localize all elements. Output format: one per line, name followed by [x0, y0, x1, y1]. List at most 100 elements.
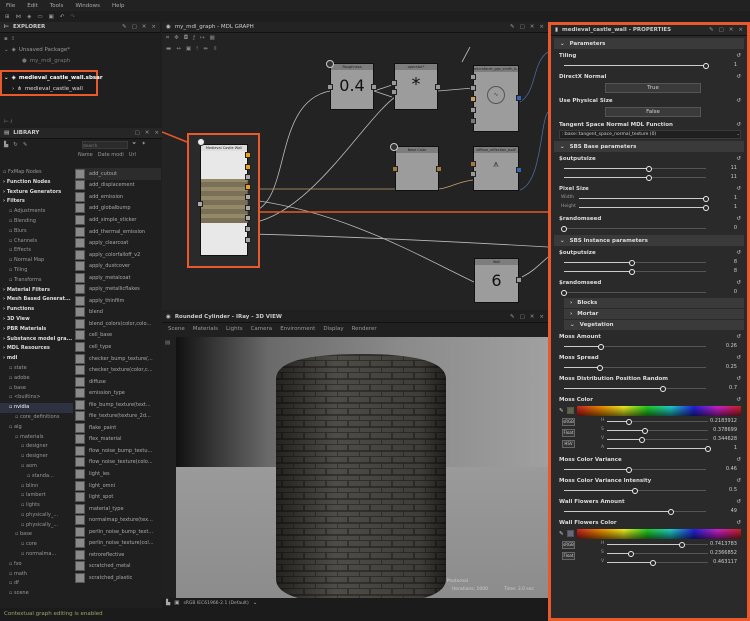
input-port[interactable] [470, 171, 476, 177]
tree-item-material[interactable]: › ⋔ medieval_castle_wall [2, 83, 96, 94]
reset-icon[interactable]: ↺ [736, 52, 741, 61]
reset-icon[interactable]: ↺ [736, 456, 741, 465]
slider-track[interactable] [607, 427, 708, 434]
graph-icon[interactable]: ⋈ [16, 14, 22, 20]
node-microfacet[interactable]: microfacet_ggx_smith_b... ∿ [473, 65, 519, 132]
undo-icon[interactable]: ↶ [60, 14, 65, 20]
slider[interactable]: 0 [559, 288, 741, 297]
slider-track[interactable] [561, 289, 706, 296]
menu-help[interactable]: Help [112, 3, 125, 9]
slider-track[interactable] [607, 418, 708, 425]
slider-handle[interactable] [646, 174, 653, 181]
float-icon[interactable]: ▢ [520, 314, 525, 320]
reset-icon[interactable]: ↺ [736, 185, 741, 194]
library-tree-item[interactable]: ▫ physically_... [0, 511, 73, 521]
library-list-item[interactable]: apply_colorfalloff_v2 [75, 249, 161, 261]
library-list-item[interactable]: apply_thinfilm [75, 295, 161, 307]
maximize-icon[interactable]: ✕ [145, 130, 150, 136]
reset-icon[interactable]: ↺ [736, 519, 741, 528]
slider[interactable]: 0.7 [559, 384, 741, 393]
reset-icon[interactable]: ↺ [736, 73, 741, 82]
slider-handle[interactable] [703, 62, 709, 69]
slider[interactable]: 1 [559, 61, 741, 70]
function-icon[interactable]: ⊢ i [4, 119, 12, 125]
toggle-button[interactable]: False [605, 107, 701, 117]
library-list-item[interactable]: checker_texture(color,c... [75, 364, 161, 376]
library-list-item[interactable]: apply_clearcoat [75, 237, 161, 249]
library-list-item[interactable]: add_thermal_emission [75, 226, 161, 238]
library-list-item[interactable]: flow_noise_bump_textu... [75, 445, 161, 457]
column-url[interactable]: Url [129, 152, 136, 158]
slider[interactable]: 49 [559, 507, 741, 516]
color-spectrum[interactable] [576, 405, 741, 416]
library-list-item[interactable]: flow_noise_texture(colo... [75, 457, 161, 469]
slider-track[interactable] [564, 259, 706, 266]
node-roughness[interactable]: Roughness 0.4 [330, 63, 374, 110]
library-list-item[interactable]: scratched_metal [75, 561, 161, 573]
slider-handle[interactable] [629, 268, 636, 275]
reset-icon[interactable]: ↺ [736, 249, 741, 258]
library-tree-item[interactable]: ▫ Tiling [0, 266, 73, 276]
slider-handle[interactable] [646, 165, 653, 172]
new-graph-icon[interactable]: ⊞ [5, 14, 10, 20]
slider-track[interactable] [564, 62, 709, 69]
menu-tools[interactable]: Tools [50, 3, 64, 9]
library-list-item[interactable]: checker_bump_texture(... [75, 353, 161, 365]
library-tree-item[interactable]: › MDL Resources [0, 344, 73, 354]
library-tree-item[interactable]: › Filters [0, 197, 73, 207]
reset-icon[interactable]: ↺ [736, 477, 741, 486]
slider[interactable]: S 0.2366852 [559, 549, 741, 558]
chevron-down-icon[interactable]: ⌄ [4, 75, 9, 81]
new-icon[interactable]: ▪ [4, 36, 8, 42]
slider[interactable]: 11 [559, 173, 741, 182]
library-tree-item[interactable]: ▫ Blurs [0, 227, 73, 237]
colorspace-select[interactable]: sRGB IEC61966-2.1 (Default) [183, 601, 248, 606]
column-date[interactable]: Date modi [98, 152, 124, 158]
close-icon[interactable]: × [738, 27, 743, 33]
input-port[interactable] [470, 85, 476, 91]
library-list-item[interactable]: flex_material [75, 434, 161, 446]
library-tree-item[interactable]: › PBR Materials [0, 325, 73, 335]
library-search-input[interactable] [82, 141, 128, 149]
slider[interactable]: 0.5 [559, 486, 741, 495]
slider[interactable]: 0.26 [559, 342, 741, 351]
library-tree-item[interactable]: ▫ Adjustments [0, 207, 73, 217]
close-icon[interactable]: × [154, 130, 159, 136]
library-tree-item[interactable]: ▫ Normal Map [0, 256, 73, 266]
library-tree-item[interactable]: ▫ base [0, 530, 73, 540]
slider-handle[interactable] [703, 195, 709, 202]
input-port[interactable] [470, 118, 476, 124]
slider[interactable]: H 0.2183912 [559, 417, 741, 426]
library-tree-item[interactable]: ▫ Transforms [0, 276, 73, 286]
slider[interactable]: Width 1 [559, 194, 741, 203]
section-header[interactable]: ⌄ SBS Instance parameters [554, 235, 744, 246]
library-tree-item[interactable]: ▫ FxMap Nodes [0, 168, 73, 178]
library-tree-item[interactable]: ▫ designer [0, 442, 73, 452]
chevron-down-icon[interactable]: ⌄ [4, 47, 9, 53]
library-list-item[interactable]: blend_colors(color,colo... [75, 318, 161, 330]
pin-icon[interactable]: ✎ [122, 24, 127, 30]
dropdown[interactable]: ::base::tangent_space_normal_texture (0)… [559, 130, 741, 139]
reset-icon[interactable]: ↺ [736, 215, 741, 224]
output-port[interactable] [245, 174, 251, 180]
slider-track[interactable] [607, 541, 708, 548]
output-port[interactable] [245, 237, 251, 243]
slider-handle[interactable] [678, 541, 685, 548]
column-name[interactable]: Name [78, 152, 93, 158]
section-header[interactable]: ⌄ Vegetation [564, 320, 744, 330]
input-port[interactable] [470, 107, 476, 113]
edit-icon[interactable]: ✎ [23, 142, 28, 148]
output-port[interactable] [245, 194, 251, 200]
close-icon[interactable]: × [151, 24, 156, 30]
color-spectrum[interactable] [576, 528, 741, 539]
library-list-item[interactable]: light_ies [75, 468, 161, 480]
slider-handle[interactable] [705, 445, 711, 452]
library-list-item[interactable]: light_omni [75, 480, 161, 492]
reset-icon[interactable]: ↺ [736, 279, 741, 288]
slider-track[interactable] [564, 343, 706, 350]
maximize-icon[interactable]: ✕ [530, 314, 535, 320]
reset-icon[interactable]: ↺ [736, 121, 741, 130]
menu-materials[interactable]: Materials [193, 326, 218, 332]
library-tree-item[interactable]: ▫ Channels [0, 237, 73, 247]
library-tree-item[interactable]: › Function Nodes [0, 178, 73, 188]
